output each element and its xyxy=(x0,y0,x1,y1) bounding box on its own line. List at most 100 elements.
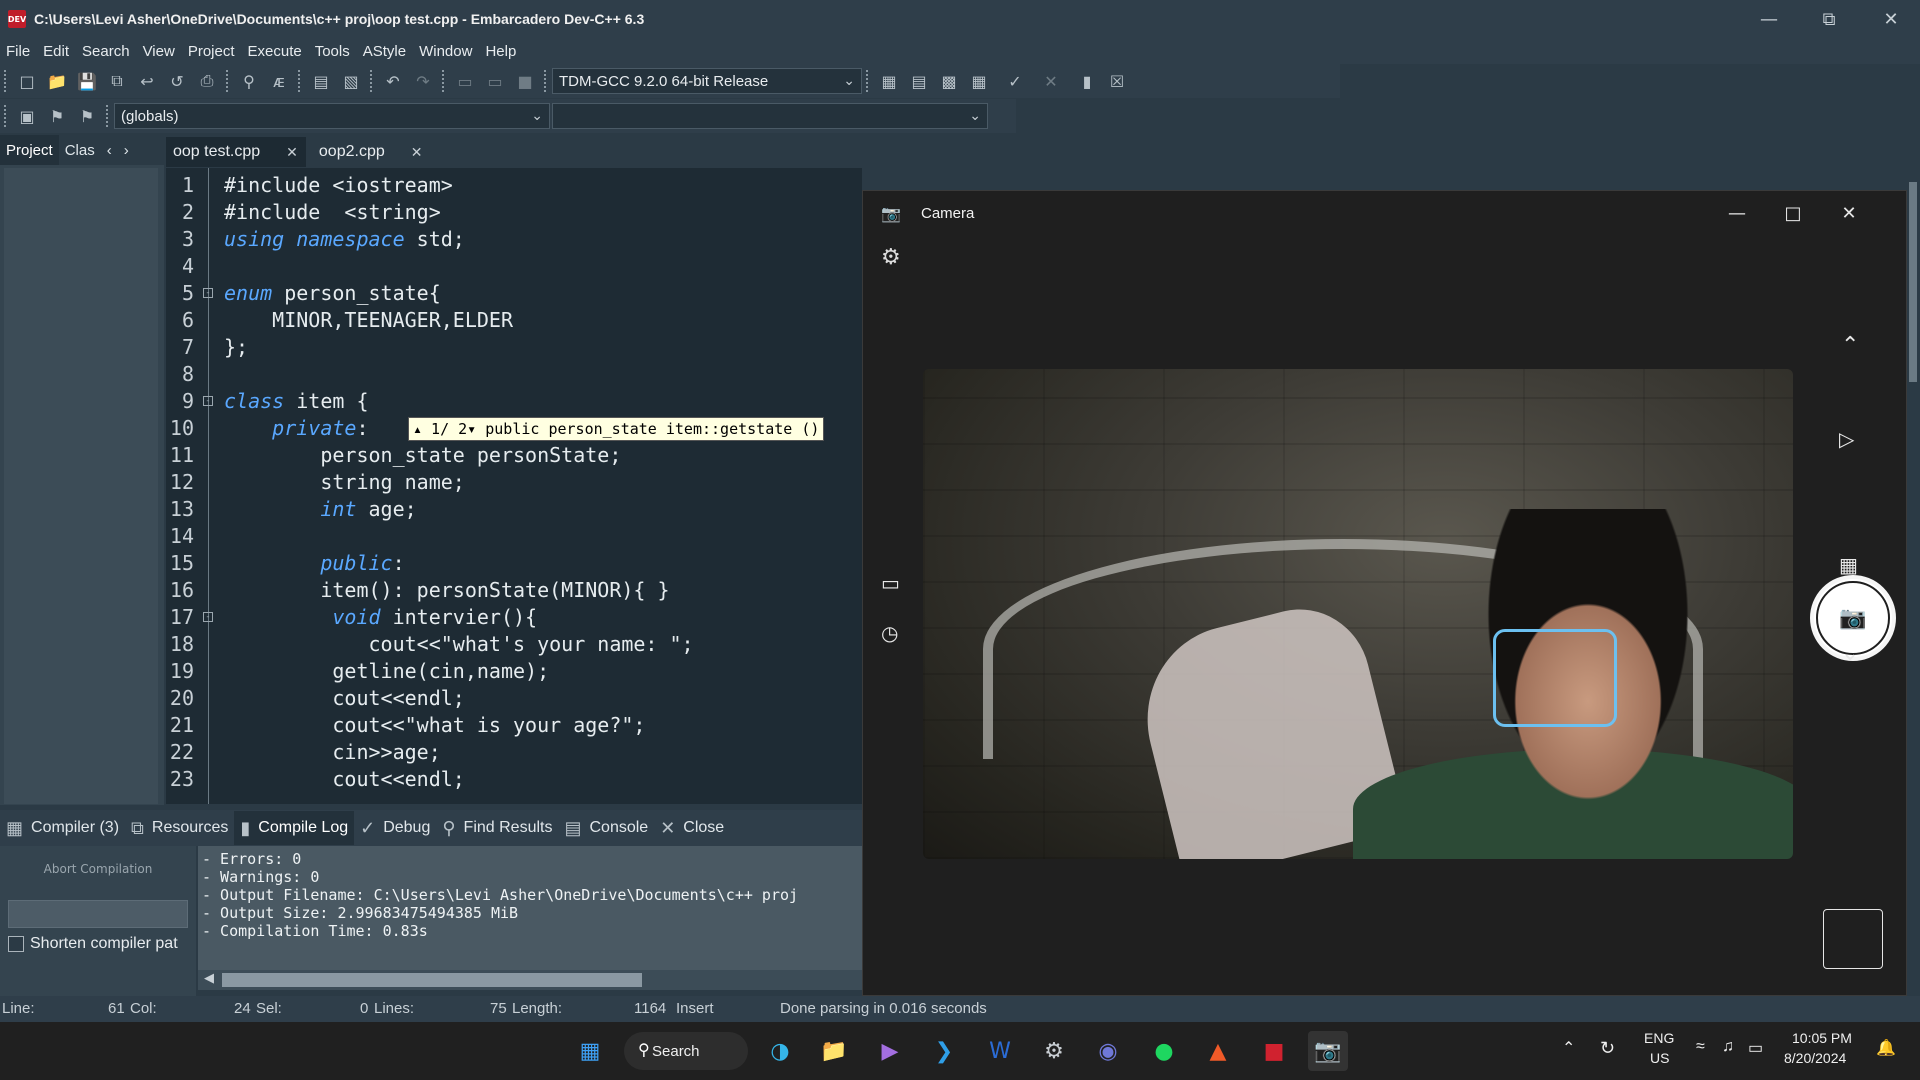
chevron-up-icon[interactable]: ⌃ xyxy=(1562,1038,1575,1058)
chevron-up-icon[interactable]: ⌃ xyxy=(1841,333,1859,358)
code-line[interactable]: 20 cout<<endl; xyxy=(166,685,862,712)
close-tab-icon[interactable]: ✕ xyxy=(411,144,423,161)
scroll-left-icon[interactable]: ◀ xyxy=(204,971,214,986)
code-line[interactable]: 14 xyxy=(166,523,862,550)
battery-icon[interactable]: ▭ xyxy=(1748,1038,1763,1058)
code-line[interactable]: 16 item(): personState(MINOR){ } xyxy=(166,577,862,604)
editor-vertical-scrollbar[interactable] xyxy=(1906,168,1920,996)
restore-button[interactable]: ⧉ xyxy=(1800,0,1858,38)
menu-file[interactable]: File xyxy=(6,43,30,60)
gear-icon[interactable]: ⚙ xyxy=(881,245,901,270)
menu-tools[interactable]: Tools xyxy=(315,43,350,60)
camera-taskbar-icon[interactable]: 📷 xyxy=(1308,1031,1348,1071)
tab-close[interactable]: ✕ Close xyxy=(654,811,730,845)
code-line[interactable]: 5- enum person_state{ xyxy=(166,280,862,307)
print-icon[interactable]: ⎙ xyxy=(192,68,222,94)
tab-project[interactable]: Project xyxy=(0,135,59,165)
code-line[interactable]: 13 int age; xyxy=(166,496,862,523)
tab-classes[interactable]: Clas xyxy=(59,135,101,165)
code-line[interactable]: 17- void intervier(){ xyxy=(166,604,862,631)
code-line[interactable]: 1 #include <iostream> xyxy=(166,172,862,199)
close-file-icon[interactable]: ↩ xyxy=(132,68,162,94)
shorten-paths-checkbox[interactable]: Shorten compiler pat xyxy=(8,935,178,953)
taskbar-search[interactable]: ⚲ Search xyxy=(624,1032,748,1070)
tab-find-results[interactable]: ⚲ Find Results xyxy=(436,811,558,845)
sync-icon[interactable]: ↻ xyxy=(1600,1038,1615,1059)
code-line[interactable]: 6 MINOR,TEENAGER,ELDER xyxy=(166,307,862,334)
wifi-icon[interactable]: ≈ xyxy=(1696,1038,1705,1056)
code-line[interactable]: 21 cout<<"what is your age?"; xyxy=(166,712,862,739)
close-all-icon[interactable]: ↺ xyxy=(162,68,192,94)
comment-icon[interactable]: ■ xyxy=(510,68,540,94)
clock-time[interactable]: 10:05 PM xyxy=(1792,1030,1852,1046)
open-folder-icon[interactable]: 📁 xyxy=(42,68,72,94)
code-line[interactable]: 12 string name; xyxy=(166,469,862,496)
code-editor[interactable]: 1 #include <iostream> 2 #include <string> 3 u… xyxy=(166,168,862,804)
code-line[interactable]: 11 person_state personState; xyxy=(166,442,862,469)
redo-icon[interactable]: ↷ xyxy=(408,68,438,94)
language-top[interactable]: ENG xyxy=(1644,1030,1674,1046)
chevron-right-icon[interactable]: › xyxy=(118,135,135,165)
checkbox-box[interactable] xyxy=(8,936,24,952)
replace-icon[interactable]: ᴁ xyxy=(264,68,294,94)
tab-compile-log[interactable]: ▮ Compile Log xyxy=(234,811,355,845)
code-line[interactable]: 2 #include <string> xyxy=(166,199,862,226)
camera-minimize-button[interactable]: — xyxy=(1709,191,1765,235)
scroll-thumb[interactable] xyxy=(222,973,642,987)
fold-toggle-icon[interactable]: - xyxy=(203,396,213,406)
compile-run-icon[interactable]: ▩ xyxy=(934,68,964,94)
bookmark-icon[interactable]: ⚑ xyxy=(42,103,72,129)
menu-execute[interactable]: Execute xyxy=(248,43,302,60)
goto-bookmark-icon[interactable]: ⚑ xyxy=(72,103,102,129)
chevron-down-icon[interactable]: ⌄ xyxy=(1841,641,1859,666)
toggle-bookmark-icon[interactable]: ▭ xyxy=(450,68,480,94)
notification-bell-icon[interactable]: 🔔 xyxy=(1876,1038,1896,1058)
windows-start-icon[interactable]: ▦ xyxy=(570,1031,610,1071)
fold-toggle-icon[interactable]: - xyxy=(203,288,213,298)
menu-project[interactable]: Project xyxy=(188,43,235,60)
hdr-off-icon[interactable]: ▭ xyxy=(881,571,900,595)
abort-compilation-button[interactable]: Abort Compilation xyxy=(8,862,188,876)
minimize-button[interactable]: — xyxy=(1740,0,1798,38)
stop-execution-icon[interactable]: ✕ xyxy=(1036,68,1066,94)
word-icon[interactable]: W xyxy=(980,1031,1020,1071)
last-capture-thumbnail[interactable] xyxy=(1823,909,1883,969)
save-all-icon[interactable]: ⧉ xyxy=(102,68,132,94)
file-explorer-icon[interactable]: 📁 xyxy=(814,1031,854,1071)
scroll-thumb[interactable] xyxy=(1909,182,1917,382)
profile-icon[interactable]: ▮ xyxy=(1072,68,1102,94)
tab-resources[interactable]: ⧉ Resources xyxy=(125,811,234,845)
syntax-check-icon[interactable]: ✓ xyxy=(1000,68,1030,94)
code-line[interactable]: 8 xyxy=(166,361,862,388)
brave-icon[interactable]: ▲ xyxy=(1198,1031,1238,1071)
run-icon[interactable]: ▤ xyxy=(904,68,934,94)
code-line[interactable]: 23 cout<<endl; xyxy=(166,766,862,793)
tab-oop2[interactable]: oop2.cpp ✕ xyxy=(312,137,431,167)
code-line[interactable]: 15 public: xyxy=(166,550,862,577)
video-mode-icon[interactable]: ▷ xyxy=(1839,427,1854,451)
chevron-left-icon[interactable]: ‹ xyxy=(101,135,118,165)
code-line[interactable]: 4 xyxy=(166,253,862,280)
code-line[interactable]: 19 getline(cin,name); xyxy=(166,658,862,685)
timer-off-icon[interactable]: ◷ xyxy=(881,621,898,645)
rebuild-icon[interactable]: ▦ xyxy=(964,68,994,94)
goto-bookmark-icon[interactable]: ▭ xyxy=(480,68,510,94)
clock-date[interactable]: 8/20/2024 xyxy=(1784,1050,1846,1066)
volume-icon[interactable]: ♫ xyxy=(1722,1038,1734,1056)
undo-icon[interactable]: ↶ xyxy=(378,68,408,94)
menu-window[interactable]: Window xyxy=(419,43,472,60)
vscode-icon[interactable]: ❯ xyxy=(924,1031,964,1071)
tab-console[interactable]: ▤ Console xyxy=(558,811,654,845)
member-select[interactable]: ⌄ xyxy=(552,103,988,129)
teams-icon[interactable]: ◉ xyxy=(1088,1031,1128,1071)
fold-toggle-icon[interactable]: - xyxy=(203,612,213,622)
insert-icon[interactable]: ▣ xyxy=(12,103,42,129)
find-icon[interactable]: ⚲ xyxy=(234,68,264,94)
menu-help[interactable]: Help xyxy=(485,43,516,60)
compiler-select[interactable]: TDM-GCC 9.2.0 64-bit Release ⌄ xyxy=(552,68,862,94)
new-file-icon[interactable]: □ xyxy=(12,68,42,94)
code-line[interactable]: 22 cin>>age; xyxy=(166,739,862,766)
compile-icon[interactable]: ▦ xyxy=(874,68,904,94)
language-bottom[interactable]: US xyxy=(1650,1050,1669,1066)
menu-edit[interactable]: Edit xyxy=(43,43,69,60)
